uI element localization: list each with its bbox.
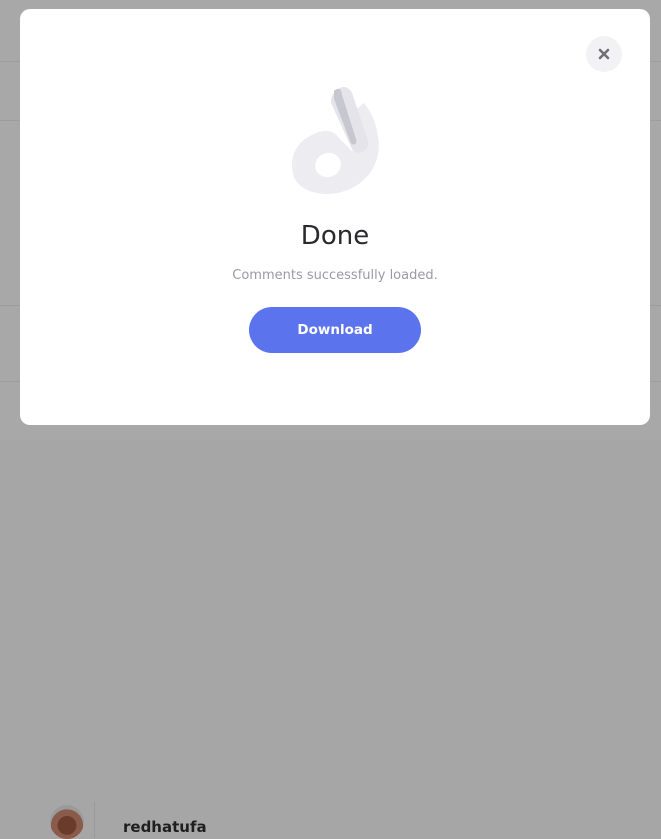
success-modal: Done Comments successfully loaded. Downl… [20,9,650,425]
ok-hand-icon [291,87,379,194]
modal-title: Done [300,221,370,251]
comment-username: redhatufa [123,818,207,836]
close-icon [598,48,610,60]
avatar [50,805,84,839]
modal-message: Comments successfully loaded. [232,268,438,283]
download-button[interactable]: Download [249,307,421,353]
row-divider [94,802,95,838]
close-button[interactable] [586,36,622,72]
